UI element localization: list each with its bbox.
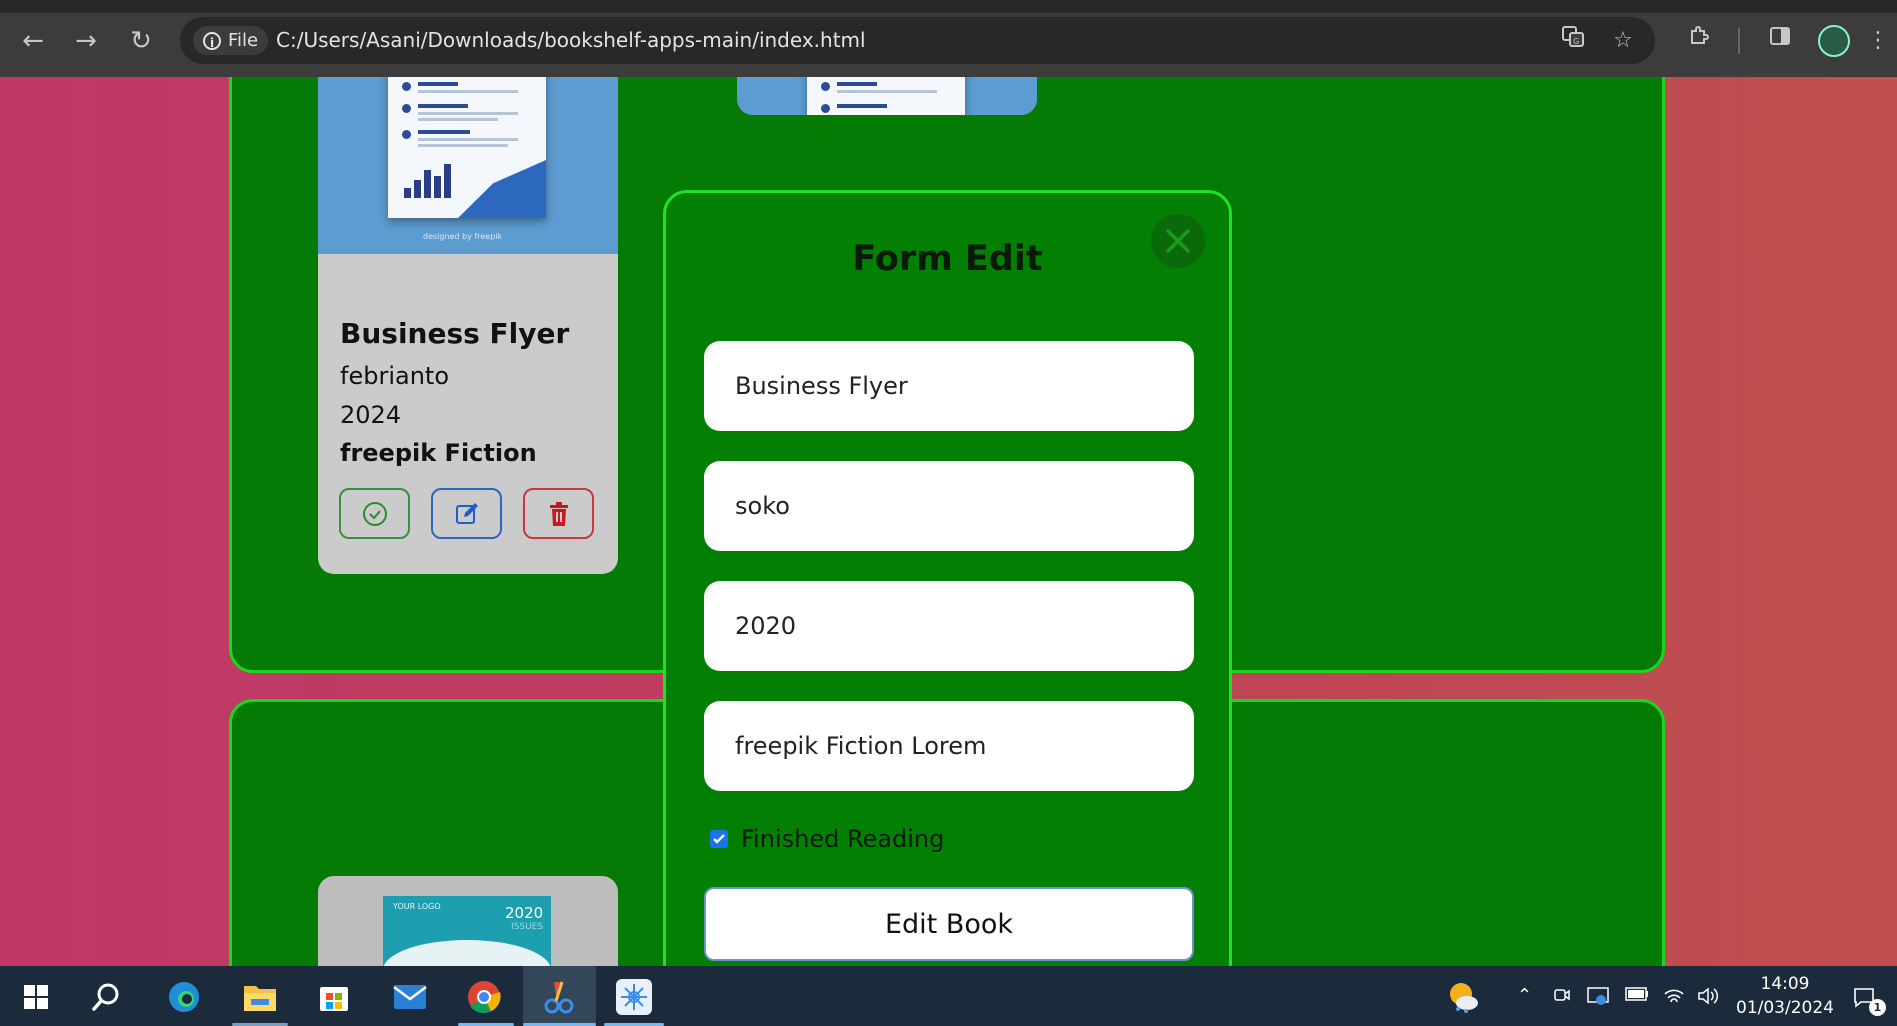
display-sync-icon[interactable] xyxy=(1587,986,1609,1011)
browser-toolbar: ← → ↻ i File C:/Users/Asani/Downloads/bo… xyxy=(0,0,1897,77)
site-info-label: File xyxy=(228,30,259,51)
edit-icon xyxy=(455,502,478,524)
tab-strip xyxy=(0,0,1897,13)
toolbar-divider xyxy=(1738,28,1740,54)
year-input[interactable] xyxy=(704,581,1194,671)
author-input[interactable] xyxy=(704,461,1194,551)
site-info-button[interactable]: i File xyxy=(193,26,269,55)
back-arrow-icon[interactable]: ← xyxy=(16,24,50,58)
finished-reading-row: Finished Reading xyxy=(710,825,944,853)
cover-sub-text: ISSUES xyxy=(511,922,544,932)
svg-text:G: G xyxy=(1573,37,1579,46)
delete-book-button[interactable] xyxy=(523,488,594,539)
close-icon xyxy=(1166,229,1190,253)
microsoft-store-icon[interactable] xyxy=(316,979,352,1015)
cover-credit: designed by freepik xyxy=(423,232,503,241)
battery-icon[interactable] xyxy=(1625,986,1649,1006)
snipping-tool-icon[interactable] xyxy=(541,979,577,1015)
page-background: designed by freepik Business Flyer febri… xyxy=(0,77,1897,966)
book-card xyxy=(737,77,1037,115)
title-input[interactable] xyxy=(704,341,1194,431)
windows-start-icon[interactable] xyxy=(18,979,54,1015)
clock-date: 01/03/2024 xyxy=(1736,998,1834,1018)
cover-logo-text: YOUR LOGO xyxy=(393,902,441,911)
profile-avatar[interactable] xyxy=(1818,25,1850,57)
forward-arrow-icon[interactable]: → xyxy=(69,24,103,58)
cover-year-text: 2020 xyxy=(505,904,544,922)
other-app-icon[interactable] xyxy=(616,979,652,1015)
close-modal-button[interactable] xyxy=(1151,214,1205,268)
translate-icon[interactable]: G xyxy=(1556,24,1590,58)
chevron-up-icon[interactable]: ⌃ xyxy=(1517,986,1532,1006)
search-icon[interactable] xyxy=(88,979,124,1015)
trash-icon xyxy=(549,501,568,526)
meet-now-icon[interactable] xyxy=(1553,986,1571,1009)
chrome-browser-icon[interactable] xyxy=(466,979,502,1015)
menu-dots-icon[interactable]: ⋮ xyxy=(1867,24,1889,58)
check-circle-icon xyxy=(362,501,387,526)
category-input[interactable] xyxy=(704,701,1194,791)
side-panel-icon[interactable] xyxy=(1763,24,1797,58)
checkmark-icon xyxy=(713,834,725,844)
edit-book-modal: Form Edit Finished Reading Edit Book xyxy=(663,190,1232,966)
book-cover-image: designed by freepik xyxy=(318,77,618,254)
windows-taskbar: ⌃ 14:09 01/03/2024 1 xyxy=(0,966,1897,1026)
volume-icon[interactable] xyxy=(1697,986,1719,1011)
mark-finished-button[interactable] xyxy=(339,488,410,539)
clock-time: 14:09 xyxy=(1760,974,1810,994)
book-title: Business Flyer xyxy=(340,317,570,350)
reload-icon[interactable]: ↻ xyxy=(124,24,158,58)
extensions-icon[interactable] xyxy=(1682,24,1716,58)
edit-book-submit-button[interactable]: Edit Book xyxy=(704,887,1194,961)
finished-reading-label[interactable]: Finished Reading xyxy=(741,825,944,853)
mail-icon[interactable] xyxy=(392,979,428,1015)
modal-title: Form Edit xyxy=(852,239,1043,279)
address-bar[interactable]: i File C:/Users/Asani/Downloads/bookshel… xyxy=(180,17,1655,64)
finished-reading-checkbox[interactable] xyxy=(710,830,728,848)
book-category: freepik Fiction xyxy=(340,439,537,467)
info-icon: i xyxy=(203,31,221,50)
edge-browser-icon[interactable] xyxy=(166,979,202,1015)
wifi-icon[interactable] xyxy=(1663,986,1685,1011)
book-year: 2024 xyxy=(340,401,402,429)
book-card: designed by freepik Business Flyer febri… xyxy=(318,77,618,574)
taskbar-clock[interactable]: 14:09 01/03/2024 xyxy=(1720,972,1850,1020)
star-icon[interactable]: ☆ xyxy=(1606,24,1640,58)
file-explorer-icon[interactable] xyxy=(242,979,278,1015)
edit-book-button[interactable] xyxy=(431,488,502,539)
book-card: YOUR LOGO 2020 ISSUES xyxy=(318,876,618,966)
book-cover-image xyxy=(737,77,1037,115)
weather-icon[interactable] xyxy=(1445,979,1481,1015)
url-text[interactable]: C:/Users/Asani/Downloads/bookshelf-apps-… xyxy=(276,26,866,55)
book-author: febrianto xyxy=(340,362,449,390)
cover-document xyxy=(388,77,546,218)
notification-count-badge: 1 xyxy=(1869,999,1886,1016)
cover-bar-chart xyxy=(404,158,464,198)
book-cover-image: YOUR LOGO 2020 ISSUES xyxy=(383,896,551,966)
